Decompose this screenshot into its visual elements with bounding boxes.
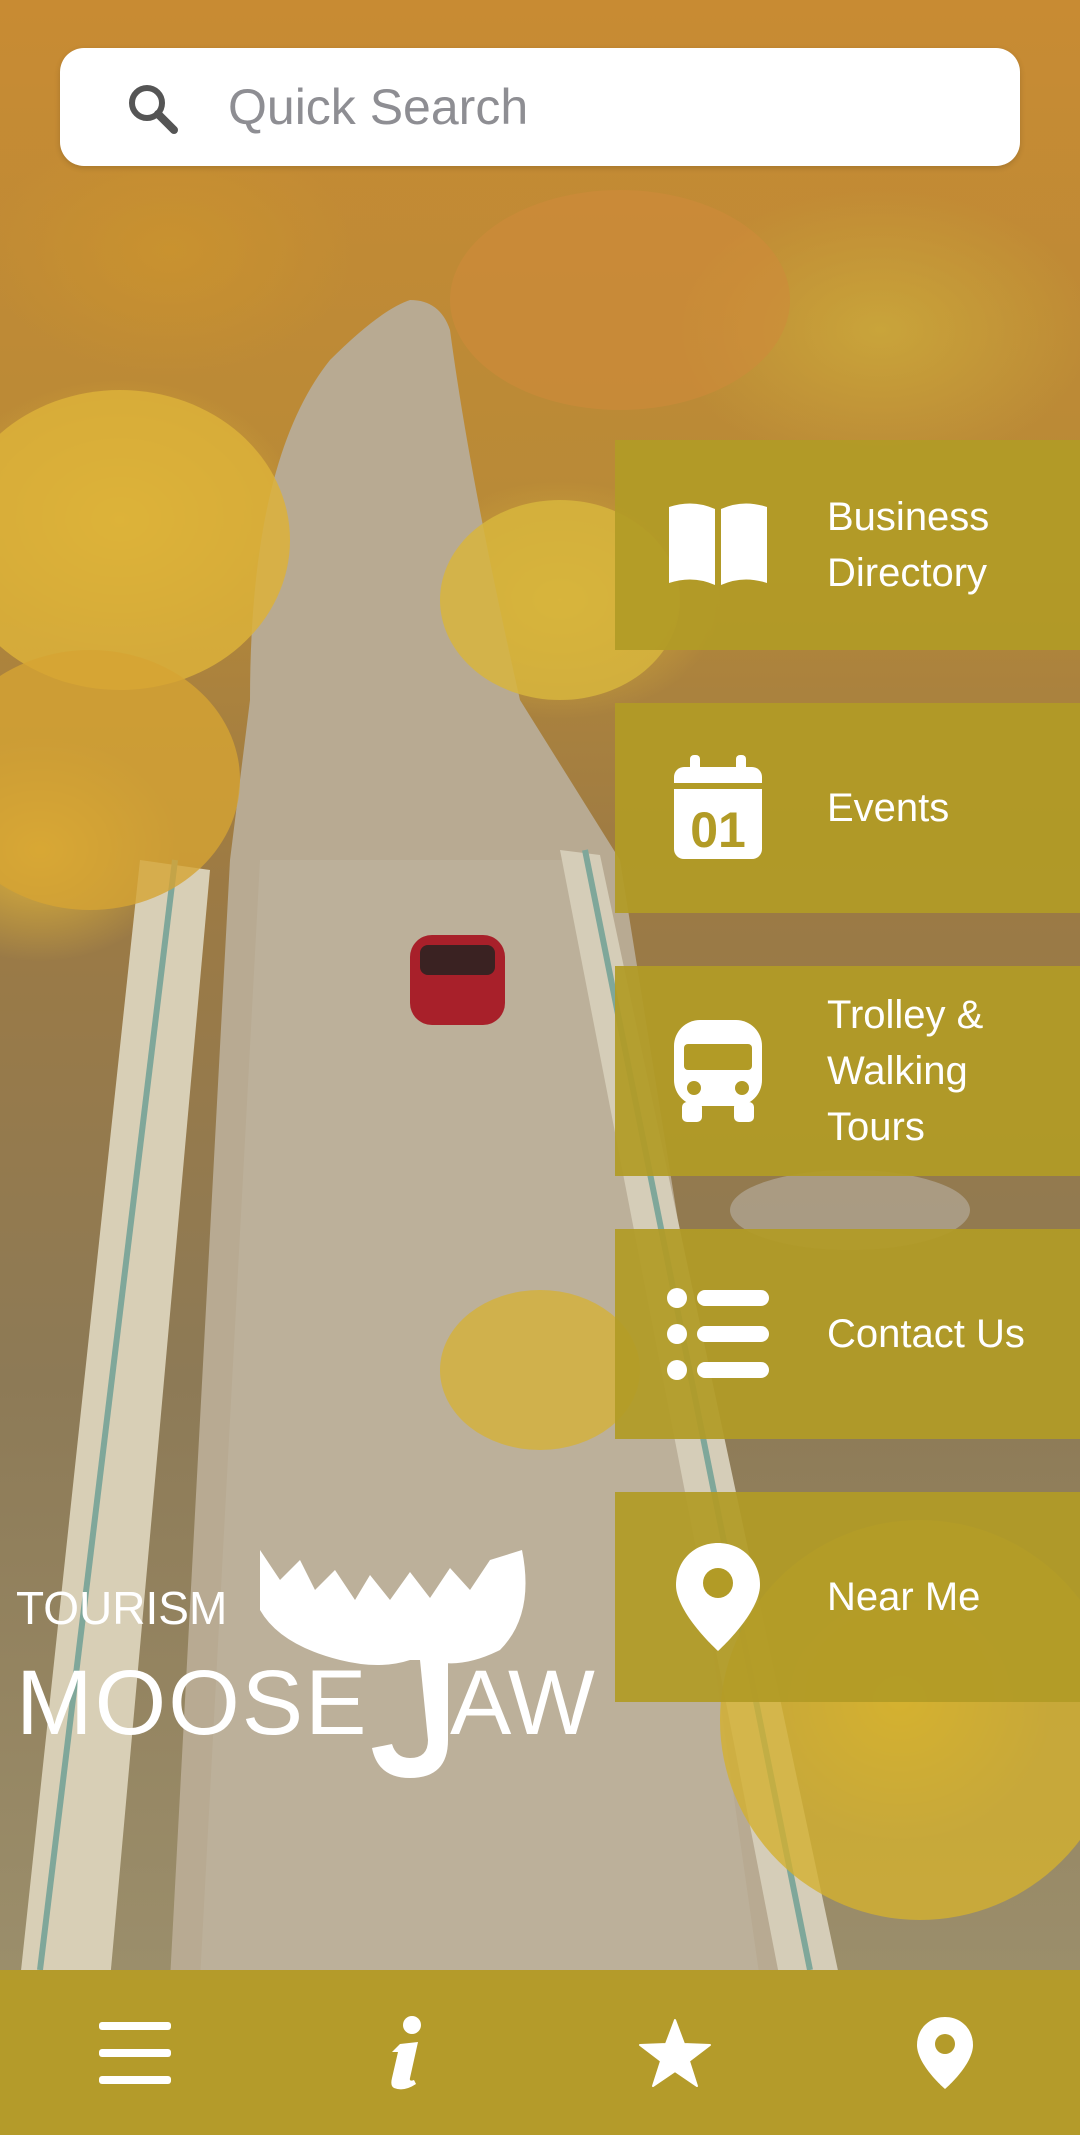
info-tab[interactable] <box>336 1970 476 2135</box>
menu-label: Trolley & Walking Tours <box>827 993 984 1149</box>
tourism-moose-jaw-logo: TOURISM MOOSE AW <box>10 1520 610 1780</box>
svg-text:AW: AW <box>450 1652 595 1754</box>
menu-label: Contact Us <box>827 1312 1025 1356</box>
menu-label: Near Me <box>827 1575 981 1619</box>
bottom-navigation-bar <box>0 1970 1080 2135</box>
menu-tile-events[interactable]: 01 Events <box>615 703 1080 913</box>
menu-label: Events <box>827 786 950 830</box>
menu-tile-contact-us[interactable]: Contact Us <box>615 1229 1080 1439</box>
bus-icon <box>663 1016 773 1126</box>
search-icon <box>129 85 178 134</box>
calendar-icon: 01 <box>663 753 773 863</box>
list-icon <box>663 1279 773 1389</box>
location-pin-icon <box>917 2016 973 2089</box>
location-tab[interactable] <box>875 1970 1015 2135</box>
search-input[interactable]: Quick Search <box>228 48 528 166</box>
svg-text:01: 01 <box>690 802 746 858</box>
favorites-tab[interactable] <box>605 1970 745 2135</box>
info-icon <box>391 2015 421 2089</box>
search-bar[interactable]: Quick Search <box>60 48 1020 166</box>
star-icon <box>639 2018 711 2087</box>
menu-tile-near-me[interactable]: Near Me <box>615 1492 1080 1702</box>
svg-text:MOOSE: MOOSE <box>16 1652 368 1754</box>
book-icon <box>663 490 773 600</box>
menu-tile-trolley-walking-tours[interactable]: Trolley & Walking Tours <box>615 966 1080 1176</box>
menu-tile-business-directory[interactable]: Business Directory <box>615 440 1080 650</box>
menu-tab[interactable] <box>65 1970 205 2135</box>
menu-label: Business Directory <box>827 495 990 595</box>
map-pin-icon <box>663 1542 773 1652</box>
svg-text:TOURISM: TOURISM <box>16 1582 227 1634</box>
hamburger-menu-icon <box>99 2021 171 2084</box>
